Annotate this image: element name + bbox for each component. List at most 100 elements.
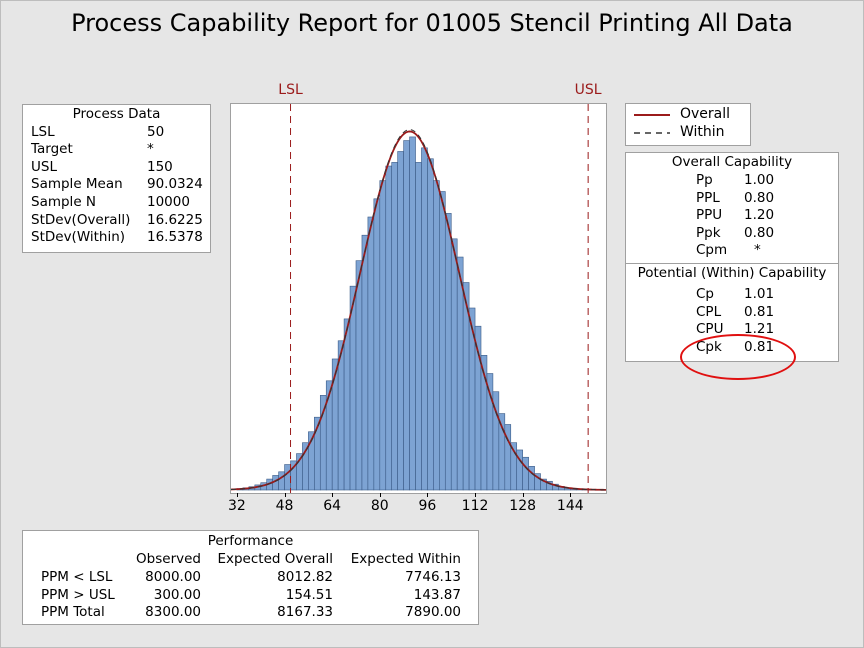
histogram-bar: [373, 198, 381, 491]
capability-label: PPL: [696, 189, 720, 206]
capability-value: 1.01: [744, 286, 775, 302]
within-capability-row: Cp 1.01: [626, 286, 838, 304]
report-title: Process Capability Report for 01005 Sten…: [71, 9, 793, 37]
performance-column-header: Expected Overall: [217, 551, 333, 567]
histogram-bar: [361, 234, 369, 491]
process-data-value: 90.0324: [147, 176, 203, 193]
x-axis: 32 48 64 80 96 112 128 144: [228, 493, 607, 523]
performance-row-label: PPM > USL: [41, 586, 115, 603]
x-tick-label: 112: [461, 498, 489, 514]
process-data-row: USL 150: [23, 159, 210, 177]
capability-label: Cp: [696, 286, 714, 302]
performance-row: PPM > USL 300.00 154.51 143.87: [23, 587, 478, 605]
performance-cell: 8012.82: [277, 569, 333, 585]
x-tick-label: 64: [323, 498, 342, 514]
overall-capability-row: Cpm *: [626, 242, 838, 260]
capability-separator: [626, 263, 838, 264]
overall-capability-row: Pp 1.00: [626, 172, 838, 190]
legend: Overall Within: [625, 103, 751, 146]
performance-cell: 154.51: [285, 586, 333, 603]
x-tick-label: 144: [556, 498, 584, 514]
legend-within-label: Within: [680, 124, 725, 140]
process-data-row: StDev(Overall) 16.6225: [23, 212, 210, 230]
process-data-row: Sample Mean 90.0324: [23, 176, 210, 194]
performance-cell: 8000.00: [145, 569, 201, 585]
capability-box: Overall Capability Pp 1.00 PPL 0.80 PPU 1.20 P…: [625, 152, 839, 362]
x-tick-label: 80: [370, 498, 389, 514]
process-data-label: Sample Mean: [31, 176, 123, 193]
histogram-bar: [409, 136, 416, 491]
process-data-label: Target: [31, 141, 73, 158]
histogram-bar: [421, 147, 428, 491]
within-capability-row: CPL 0.81: [626, 304, 838, 322]
capability-value: 1.20: [744, 207, 775, 224]
process-data-label: StDev(Within): [31, 229, 126, 246]
performance-row: PPM Total 8300.00 8167.33 7890.00: [23, 604, 478, 622]
process-data-label: Sample N: [31, 193, 97, 210]
overall-capability-heading: Overall Capability: [671, 154, 793, 170]
capability-value: 0.80: [744, 224, 775, 241]
performance-column-header: Observed: [136, 551, 201, 567]
performance-cell: 8167.33: [277, 604, 333, 621]
capability-value: 0.80: [744, 189, 775, 206]
x-tick-label: 32: [228, 498, 246, 514]
histogram-bar: [343, 318, 351, 491]
performance-column-header: Expected Within: [350, 551, 461, 567]
spec-limit-labels: LSL USL: [230, 82, 607, 104]
process-data-row: LSL 50: [23, 124, 210, 142]
histogram-bar: [522, 456, 529, 491]
x-tick-mark: [379, 493, 381, 497]
overall-capability-row: PPU 1.20: [626, 207, 838, 225]
process-data-value: 16.5378: [147, 229, 203, 246]
capability-value: *: [754, 242, 761, 259]
histogram-bar: [415, 162, 422, 491]
x-tick-mark: [570, 493, 572, 497]
legend-overall-label: Overall: [680, 106, 731, 122]
histogram-bar: [385, 165, 393, 491]
histogram-bar: [391, 162, 398, 491]
histogram-chart: [230, 104, 607, 493]
capability-label: Pp: [696, 172, 713, 188]
histogram-bar: [439, 191, 446, 491]
capability-label: Ppk: [696, 224, 721, 241]
x-tick-mark: [332, 493, 334, 497]
histogram-bar: [397, 151, 404, 491]
x-tick-mark: [236, 493, 238, 497]
histogram-bar: [367, 216, 375, 491]
histogram-bar: [278, 471, 285, 491]
x-tick-label: 96: [418, 498, 437, 514]
histogram-bar: [379, 180, 387, 491]
x-tick-label: 48: [275, 498, 294, 514]
process-data-row: Target *: [23, 141, 210, 159]
overall-capability-row: PPL 0.80: [626, 190, 838, 208]
cpk-highlight-circle: [680, 334, 796, 380]
process-data-heading: Process Data: [72, 106, 161, 122]
within-capability-heading: Potential (Within) Capability: [637, 265, 827, 281]
x-tick-mark: [475, 493, 477, 497]
performance-cell: 300.00: [153, 586, 201, 603]
capability-value: 0.81: [744, 303, 775, 320]
performance-row-label: PPM Total: [41, 604, 105, 621]
performance-heading: Performance: [207, 533, 294, 549]
histogram-bar: [403, 140, 410, 491]
performance-row-label: PPM < LSL: [41, 569, 113, 585]
histogram-bar: [355, 260, 363, 491]
histogram-bar: [427, 158, 434, 491]
histogram-bar: [450, 238, 458, 491]
histogram-bar: [456, 256, 464, 491]
x-tick-label: 128: [509, 498, 537, 514]
performance-row: PPM < LSL 8000.00 8012.82 7746.13: [23, 569, 478, 587]
process-data-value: 150: [147, 158, 173, 175]
process-data-value: 10000: [147, 193, 190, 210]
performance-cell: 7890.00: [405, 604, 461, 621]
performance-box: Performance Observed Expected Overall Expe…: [22, 530, 479, 625]
process-data-row: Sample N 10000: [23, 194, 210, 212]
histogram-bar: [284, 464, 291, 491]
process-data-value: *: [147, 141, 154, 158]
performance-header-row: Observed Expected Overall Expected Within: [23, 551, 478, 569]
usl-label: USL: [574, 82, 602, 98]
capability-label: CPL: [696, 303, 722, 320]
histogram-plot: [230, 103, 607, 494]
process-data-value: 50: [147, 123, 165, 140]
process-data-label: USL: [31, 158, 57, 175]
